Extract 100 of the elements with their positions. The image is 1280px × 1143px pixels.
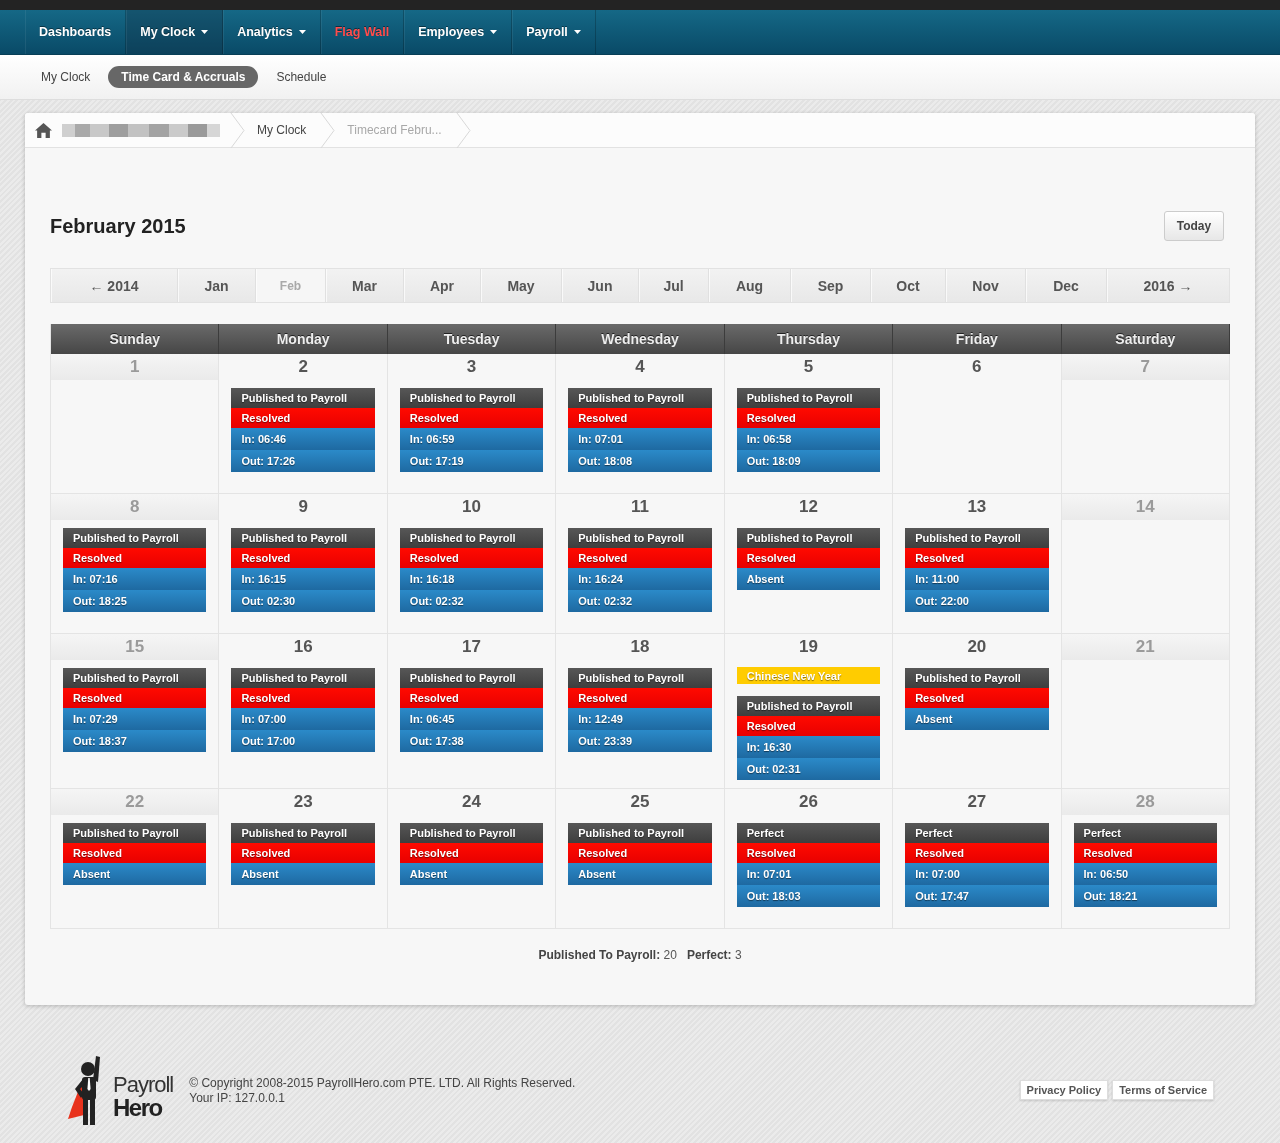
day-number: 18 [629, 636, 651, 658]
resolved-banner: Resolved [905, 843, 1049, 863]
time-entry-row: Out: 18:08 [568, 450, 712, 472]
time-entry-row: Out: 22:00 [905, 590, 1049, 612]
breadcrumb-link[interactable]: My Clock [257, 123, 307, 137]
time-entry-row: In: 07:16 [63, 568, 207, 590]
month-tab[interactable]: Apr [404, 269, 481, 302]
month-tab[interactable]: ← 2014 [51, 269, 178, 302]
time-entry-row: In: 11:00 [905, 568, 1049, 590]
today-button[interactable]: Today [1164, 211, 1224, 241]
day-number: 9 [297, 496, 309, 518]
summary-stat: Perfect: 3 [686, 948, 742, 962]
month-tab[interactable]: Jul [639, 269, 709, 302]
nav-menu-item[interactable]: Employees [404, 10, 513, 54]
day-number: 10 [461, 496, 482, 518]
day-number: 8 [51, 494, 219, 520]
nav-menu-item[interactable]: My Clock [126, 10, 224, 54]
resolved-banner: Resolved [231, 688, 375, 708]
payroll-status-banner[interactable]: Published to Payroll [399, 668, 544, 688]
resolved-banner: Resolved [905, 688, 1049, 708]
payroll-status-banner[interactable]: Perfect [1073, 823, 1217, 843]
day-number: 28 [1061, 789, 1229, 815]
payroll-status-banner[interactable]: Published to Payroll [568, 823, 712, 843]
resolved-banner: Resolved [568, 408, 712, 428]
time-entry-row: Out: 18:09 [736, 450, 881, 472]
payroll-status-banner[interactable]: Published to Payroll [63, 528, 207, 548]
resolved-banner: Resolved [231, 843, 375, 863]
sub-nav-tab[interactable]: My Clock [28, 66, 104, 88]
footer-link[interactable]: Privacy Policy [1019, 1080, 1109, 1100]
page-title: February 2015 [50, 214, 186, 238]
month-tab[interactable]: Oct [871, 269, 946, 302]
footer-link[interactable]: Terms of Service [1112, 1080, 1214, 1100]
payroll-status-banner[interactable]: Perfect [736, 823, 881, 843]
weekday-header: Monday [219, 324, 388, 354]
payroll-status-banner[interactable]: Perfect [905, 823, 1049, 843]
weekday-header: Saturday [1061, 324, 1230, 354]
month-tab[interactable]: Aug [709, 269, 791, 302]
payroll-status-banner[interactable]: Published to Payroll [63, 668, 207, 688]
resolved-banner: Resolved [736, 716, 881, 736]
resolved-banner: Resolved [568, 548, 712, 568]
payroll-status-banner[interactable]: Published to Payroll [399, 528, 544, 548]
payroll-status-banner[interactable]: Published to Payroll [568, 388, 712, 408]
time-entry-row: In: 06:58 [736, 428, 881, 450]
month-tab[interactable]: Nov [946, 269, 1026, 302]
time-entry-row: Out: 23:39 [568, 730, 712, 752]
month-tab[interactable]: Mar [326, 269, 404, 302]
payroll-status-banner[interactable]: Published to Payroll [399, 823, 544, 843]
weekday-header: Sunday [51, 324, 220, 354]
time-entry-row: Out: 17:00 [231, 730, 375, 752]
day-number: 3 [465, 356, 478, 378]
sub-nav-tab[interactable]: Schedule [263, 66, 340, 88]
time-entry-row: Out: 18:21 [1073, 885, 1217, 907]
resolved-banner: Resolved [905, 548, 1049, 568]
nav-menu-item[interactable]: Analytics [223, 10, 321, 54]
day-number: 24 [461, 791, 482, 813]
payroll-status-banner[interactable]: Published to Payroll [568, 528, 712, 548]
nav-menu-item[interactable]: Dashboards [25, 10, 127, 54]
time-entry-row: Out: 02:32 [568, 590, 712, 612]
payroll-status-banner[interactable]: Published to Payroll [905, 668, 1049, 688]
time-entry-row: Out: 02:31 [736, 758, 881, 780]
home-icon[interactable] [35, 122, 52, 138]
day-number: 15 [51, 634, 219, 660]
day-number: 11 [630, 496, 650, 518]
payroll-status-banner[interactable]: Published to Payroll [568, 668, 712, 688]
month-tab[interactable]: 2016 → [1107, 269, 1229, 302]
day-number: 27 [966, 791, 988, 813]
payroll-status-banner[interactable]: Published to Payroll [231, 823, 375, 843]
day-number: 13 [966, 496, 988, 518]
day-number: 23 [292, 791, 314, 813]
time-entry-row: Out: 17:26 [231, 450, 375, 472]
month-tab[interactable]: Jun [562, 269, 639, 302]
payroll-status-banner[interactable]: Published to Payroll [905, 528, 1049, 548]
time-entry-row: In: 07:01 [568, 428, 712, 450]
payroll-status-banner[interactable]: Published to Payroll [231, 668, 375, 688]
time-entry-row: In: 12:49 [568, 708, 712, 730]
time-entry-row: In: 06:45 [399, 708, 544, 730]
copyright-text: © Copyright 2008-2015 PayrollHero.com PTE. LTD. All Rights Reserved. [189, 1076, 576, 1091]
month-tab[interactable]: May [481, 269, 562, 302]
time-entry-row: In: 16:30 [736, 736, 881, 758]
sub-nav-tab[interactable]: Time Card & Accruals [108, 66, 259, 88]
time-entry-row: Out: 02:32 [399, 590, 544, 612]
month-tab[interactable]: Dec [1026, 269, 1107, 302]
payroll-status-banner[interactable]: Published to Payroll [736, 696, 881, 716]
time-entry-row: Absent [568, 863, 712, 885]
resolved-banner: Resolved [399, 408, 544, 428]
time-entry-row: In: 16:15 [231, 568, 375, 590]
payroll-status-banner[interactable]: Published to Payroll [231, 528, 375, 548]
payroll-status-banner[interactable]: Published to Payroll [63, 823, 207, 843]
month-tab[interactable]: Sep [791, 269, 871, 302]
payroll-status-banner[interactable]: Published to Payroll [399, 388, 544, 408]
payroll-status-banner[interactable]: Published to Payroll [736, 528, 881, 548]
day-number: 12 [797, 496, 819, 518]
day-number: 26 [797, 791, 819, 813]
day-number: 20 [966, 636, 988, 658]
payroll-status-banner[interactable]: Published to Payroll [736, 388, 881, 408]
payroll-status-banner[interactable]: Published to Payroll [231, 388, 375, 408]
time-entry-row: In: 16:18 [399, 568, 544, 590]
nav-menu-item[interactable]: Payroll [512, 10, 596, 54]
day-number: 4 [634, 356, 646, 378]
resolved-banner: Resolved [1073, 843, 1217, 863]
